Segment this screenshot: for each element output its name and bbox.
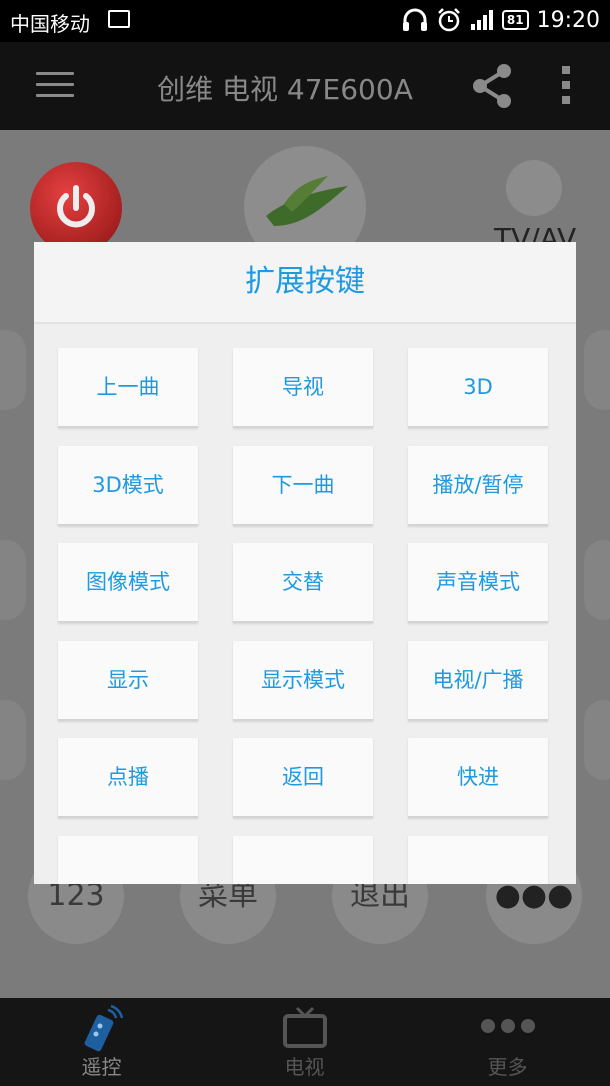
- clock: 19:20: [536, 7, 600, 33]
- side-button-right: [584, 330, 610, 410]
- tab-tv[interactable]: 电视: [203, 998, 406, 1086]
- key-tv-broadcast[interactable]: 电视/广播: [408, 641, 548, 721]
- side-button-right: [584, 540, 610, 620]
- key-prev-track[interactable]: 上一曲: [58, 348, 198, 428]
- side-button-right: [584, 700, 610, 780]
- extended-keys-dialog: 扩展按键 上一曲 导视 3D 3D模式 下一曲 播放/暂停 图像模式 交替 声音…: [34, 242, 576, 884]
- headphones-icon: [402, 8, 427, 31]
- key-guide[interactable]: 导视: [233, 348, 373, 428]
- tab-more-label: 更多: [487, 1055, 528, 1079]
- tab-remote-label: 遥控: [81, 1055, 122, 1079]
- key-alternate[interactable]: 交替: [233, 543, 373, 623]
- key-on-demand[interactable]: 点播: [58, 738, 198, 818]
- key-partial[interactable]: [58, 836, 198, 884]
- key-partial[interactable]: [408, 836, 548, 884]
- power-button[interactable]: [30, 162, 122, 254]
- menu-icon[interactable]: [36, 72, 74, 98]
- side-button-left: [0, 330, 26, 410]
- key-3d-mode[interactable]: 3D模式: [58, 446, 198, 526]
- battery-icon: 81: [501, 10, 529, 30]
- alarm-icon: [438, 8, 460, 32]
- tvav-button[interactable]: [506, 160, 562, 216]
- key-display-mode[interactable]: 显示模式: [233, 641, 373, 721]
- key-sound-mode[interactable]: 声音模式: [408, 543, 548, 623]
- side-button-left: [0, 700, 26, 780]
- share-icon[interactable]: [470, 62, 514, 110]
- tv-icon: [283, 1006, 327, 1048]
- remote-icon: [84, 1004, 124, 1052]
- more-icon[interactable]: [560, 66, 572, 108]
- dialog-title: 扩展按键: [34, 242, 576, 324]
- tab-remote[interactable]: 遥控: [0, 998, 203, 1086]
- key-fast-forward[interactable]: 快进: [408, 738, 548, 818]
- tab-tv-label: 电视: [284, 1055, 325, 1079]
- key-partial[interactable]: [233, 836, 373, 884]
- more-dots-icon: [481, 1019, 535, 1033]
- key-play-pause[interactable]: 播放/暂停: [408, 446, 548, 526]
- key-next-track[interactable]: 下一曲: [233, 446, 373, 526]
- key-display[interactable]: 显示: [58, 641, 198, 721]
- key-picture-mode[interactable]: 图像模式: [58, 543, 198, 623]
- key-back[interactable]: 返回: [233, 738, 373, 818]
- app-bar: 创维 电视 47E600A: [0, 42, 610, 130]
- tab-more[interactable]: 更多: [406, 998, 609, 1086]
- status-bar: 中国移动 81 19:20: [0, 0, 610, 42]
- carrier-label: 中国移动: [10, 12, 90, 36]
- image-icon: [108, 10, 130, 28]
- side-button-left: [0, 540, 26, 620]
- signal-icon: [470, 10, 493, 30]
- key-3d[interactable]: 3D: [408, 348, 548, 428]
- tab-bar: 遥控 电视 更多: [0, 998, 610, 1086]
- page-title: 创维 电视 47E600A: [157, 73, 413, 106]
- power-icon: [57, 185, 95, 228]
